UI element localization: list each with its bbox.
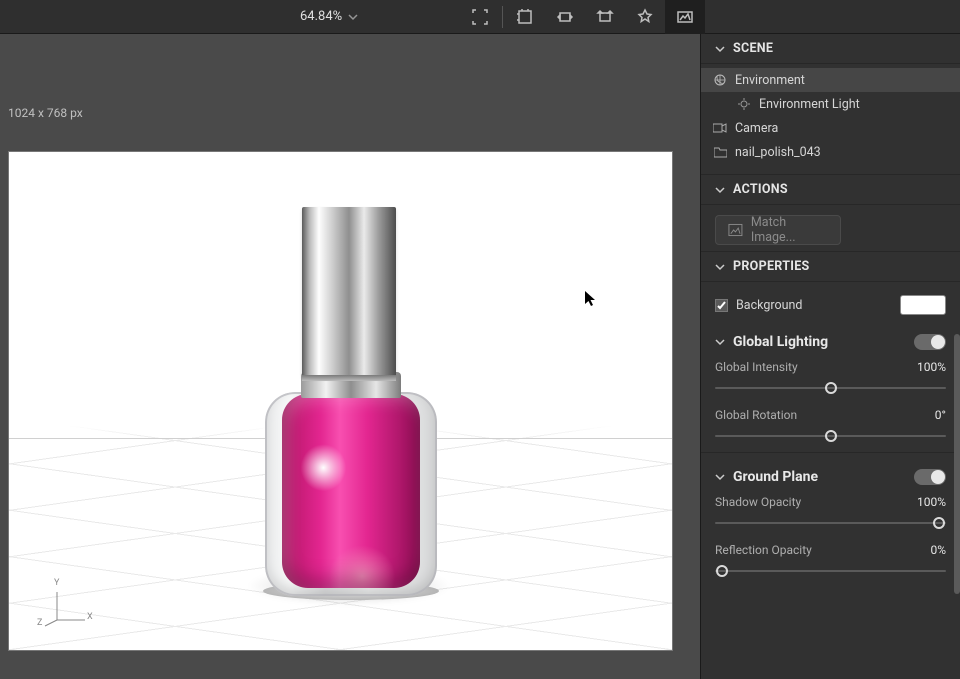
zoom-value: 64.84% bbox=[300, 9, 342, 24]
render-canvas[interactable]: Y X Z bbox=[8, 151, 673, 651]
background-checkbox[interactable] bbox=[715, 299, 728, 312]
global-lighting-label: Global Lighting bbox=[733, 334, 828, 350]
ground-plane-toggle[interactable] bbox=[914, 469, 946, 485]
bottle-cap bbox=[302, 207, 396, 377]
global-lighting-toggle[interactable] bbox=[914, 334, 946, 350]
star-tool-icon[interactable] bbox=[625, 0, 665, 34]
scene-item-camera[interactable]: Camera bbox=[701, 116, 960, 140]
scene-item-label: Camera bbox=[735, 121, 778, 136]
globe-icon bbox=[713, 74, 727, 86]
background-label: Background bbox=[736, 298, 802, 313]
shadow-opacity-label: Shadow Opacity bbox=[715, 495, 801, 509]
scene-item-label: Environment Light bbox=[759, 97, 860, 112]
reflection-opacity-group: Reflection Opacity 0% bbox=[701, 543, 960, 581]
axis-gizmo: Y X Z bbox=[43, 584, 93, 632]
chevron-down-icon bbox=[715, 262, 725, 272]
shadow-opacity-value: 100% bbox=[917, 495, 946, 509]
scene-item-nail-polish[interactable]: nail_polish_043 bbox=[701, 140, 960, 164]
orbit-tool-icon[interactable] bbox=[505, 0, 545, 34]
properties-section: PROPERTIES Background Global Lighting bbox=[701, 251, 960, 581]
global-intensity-group: Global Intensity 100% bbox=[701, 360, 960, 398]
ground-plane-label: Ground Plane bbox=[733, 469, 818, 485]
chevron-down-icon bbox=[715, 472, 725, 482]
scene-panel-header[interactable]: SCENE bbox=[701, 34, 960, 64]
global-intensity-slider[interactable] bbox=[715, 380, 946, 396]
scrollbar-thumb[interactable] bbox=[954, 334, 960, 594]
chevron-down-icon bbox=[715, 337, 725, 347]
scene-tree: Environment Environment Light Camera nai… bbox=[701, 64, 960, 174]
actions-header-label: ACTIONS bbox=[733, 182, 788, 197]
reflection-opacity-value: 0% bbox=[930, 543, 946, 557]
pan-left-icon[interactable] bbox=[545, 0, 585, 34]
pan-right-icon[interactable] bbox=[585, 0, 625, 34]
scene-item-environment[interactable]: Environment bbox=[701, 68, 960, 92]
reflection-opacity-label: Reflection Opacity bbox=[715, 543, 812, 557]
global-rotation-label: Global Rotation bbox=[715, 408, 797, 422]
properties-header-label: PROPERTIES bbox=[733, 259, 810, 274]
properties-panel-header[interactable]: PROPERTIES bbox=[701, 252, 960, 282]
chevron-down-icon bbox=[715, 44, 725, 54]
scene-item-environment-light[interactable]: Environment Light bbox=[701, 92, 960, 116]
global-intensity-label: Global Intensity bbox=[715, 360, 798, 374]
shadow-opacity-group: Shadow Opacity 100% bbox=[701, 495, 960, 533]
frame-tool-icon[interactable] bbox=[460, 0, 500, 34]
global-rotation-group: Global Rotation 0° bbox=[701, 408, 960, 446]
reflection-opacity-slider[interactable] bbox=[715, 563, 946, 579]
shadow-opacity-slider[interactable] bbox=[715, 515, 946, 531]
toolbar-separator bbox=[502, 6, 503, 28]
axis-y-label: Y bbox=[54, 578, 59, 588]
light-icon bbox=[737, 98, 751, 110]
ground-plane-header[interactable]: Ground Plane bbox=[701, 459, 960, 495]
zoom-control[interactable]: 64.84% bbox=[300, 9, 358, 24]
scene-item-label: Environment bbox=[735, 73, 805, 88]
scene-header-label: SCENE bbox=[733, 41, 773, 56]
image-icon bbox=[728, 223, 743, 237]
actions-panel-header[interactable]: ACTIONS bbox=[701, 175, 960, 205]
match-image-label: Match Image... bbox=[751, 215, 828, 245]
content-area: 1024 x 768 px Y X Z bbox=[0, 34, 960, 679]
background-color-swatch[interactable] bbox=[900, 295, 946, 315]
global-rotation-slider[interactable] bbox=[715, 428, 946, 444]
axis-z-label: Z bbox=[37, 618, 42, 628]
folder-icon bbox=[713, 147, 727, 158]
right-side-panel: SCENE Environment Environment Light Came… bbox=[700, 34, 960, 679]
canvas-dimensions-label: 1024 x 768 px bbox=[8, 106, 83, 120]
match-image-button[interactable]: Match Image... bbox=[715, 215, 841, 245]
render-tool-icon[interactable] bbox=[665, 0, 705, 34]
top-toolbar: 64.84% bbox=[0, 0, 960, 34]
app-root: A 64.84% 1024 x 768 px bbox=[0, 0, 960, 679]
scene-item-label: nail_polish_043 bbox=[735, 145, 821, 160]
chevron-down-icon bbox=[348, 12, 358, 22]
axis-x-label: X bbox=[87, 612, 93, 622]
global-intensity-value: 100% bbox=[917, 360, 946, 374]
3d-viewport[interactable]: 1024 x 768 px Y X Z bbox=[0, 34, 700, 679]
global-lighting-header[interactable]: Global Lighting bbox=[701, 324, 960, 360]
background-property-row: Background bbox=[715, 292, 946, 318]
divider bbox=[701, 452, 960, 453]
toolbar-icon-group bbox=[460, 0, 705, 34]
global-rotation-value: 0° bbox=[935, 408, 946, 422]
actions-section: ACTIONS Match Image... bbox=[701, 174, 960, 251]
nail-polish-liquid bbox=[282, 394, 420, 588]
camera-icon bbox=[713, 123, 727, 133]
chevron-down-icon bbox=[715, 185, 725, 195]
